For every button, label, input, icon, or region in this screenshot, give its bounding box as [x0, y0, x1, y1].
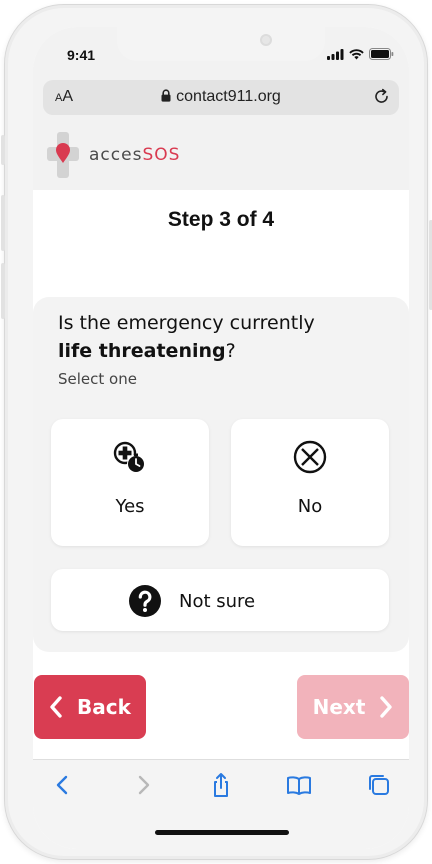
- question-card: Is the emergency currently life threateni…: [33, 297, 409, 652]
- question-hint: Select one: [58, 370, 137, 388]
- reload-icon[interactable]: [372, 87, 391, 106]
- medical-clock-icon: [51, 440, 209, 480]
- back-button-label: Back: [77, 695, 131, 719]
- question-circle-icon: [129, 585, 161, 617]
- back-button[interactable]: Back: [34, 675, 146, 739]
- question-text: Is the emergency currently life threateni…: [58, 312, 315, 362]
- screen: 9:41 AA contact911.org accesSOS Step 3 o…: [33, 27, 409, 849]
- mute-switch: [1, 135, 5, 165]
- signal-icon: [327, 48, 344, 60]
- option-no-label: No: [297, 496, 323, 517]
- battery-icon: [369, 48, 394, 60]
- browser-toolbar: [33, 759, 409, 849]
- brand-name: accesSOS: [89, 145, 181, 165]
- browser-header: AA contact911.org accesSOS: [33, 67, 409, 190]
- next-button[interactable]: Next: [297, 675, 409, 739]
- phone-frame: 9:41 AA contact911.org accesSOS Step 3 o…: [1, 4, 432, 860]
- chevron-right-icon: [380, 696, 393, 718]
- forward-icon[interactable]: [129, 771, 157, 799]
- option-not-sure-label: Not sure: [179, 590, 256, 612]
- share-icon[interactable]: [207, 771, 235, 799]
- lock-icon: [161, 89, 171, 102]
- wifi-icon: [349, 48, 364, 59]
- bookmarks-icon[interactable]: [285, 771, 313, 799]
- url-text: contact911.org: [176, 88, 281, 105]
- volume-up-button: [1, 195, 5, 251]
- option-yes-label: Yes: [115, 496, 145, 517]
- camera: [260, 34, 272, 46]
- status-icons: [327, 48, 394, 60]
- option-no[interactable]: No: [231, 419, 389, 546]
- option-not-sure[interactable]: Not sure: [51, 569, 389, 631]
- volume-down-button: [1, 263, 5, 319]
- option-not-sure-content: Not sure: [128, 584, 255, 618]
- brand[interactable]: accesSOS: [47, 132, 180, 178]
- next-button-label: Next: [312, 695, 366, 719]
- url-display[interactable]: contact911.org: [43, 88, 399, 106]
- step-indicator: Step 3 of 4: [167, 208, 275, 231]
- x-circle-icon: [231, 440, 389, 480]
- chevron-left-icon: [50, 696, 62, 718]
- notch: [117, 27, 325, 61]
- option-yes[interactable]: Yes: [51, 419, 209, 546]
- back-icon[interactable]: [49, 771, 77, 799]
- tabs-icon[interactable]: [365, 771, 393, 799]
- url-bar[interactable]: AA contact911.org: [43, 80, 399, 115]
- status-time: 9:41: [67, 47, 96, 63]
- logo-icon: [47, 132, 79, 178]
- home-indicator[interactable]: [155, 830, 289, 835]
